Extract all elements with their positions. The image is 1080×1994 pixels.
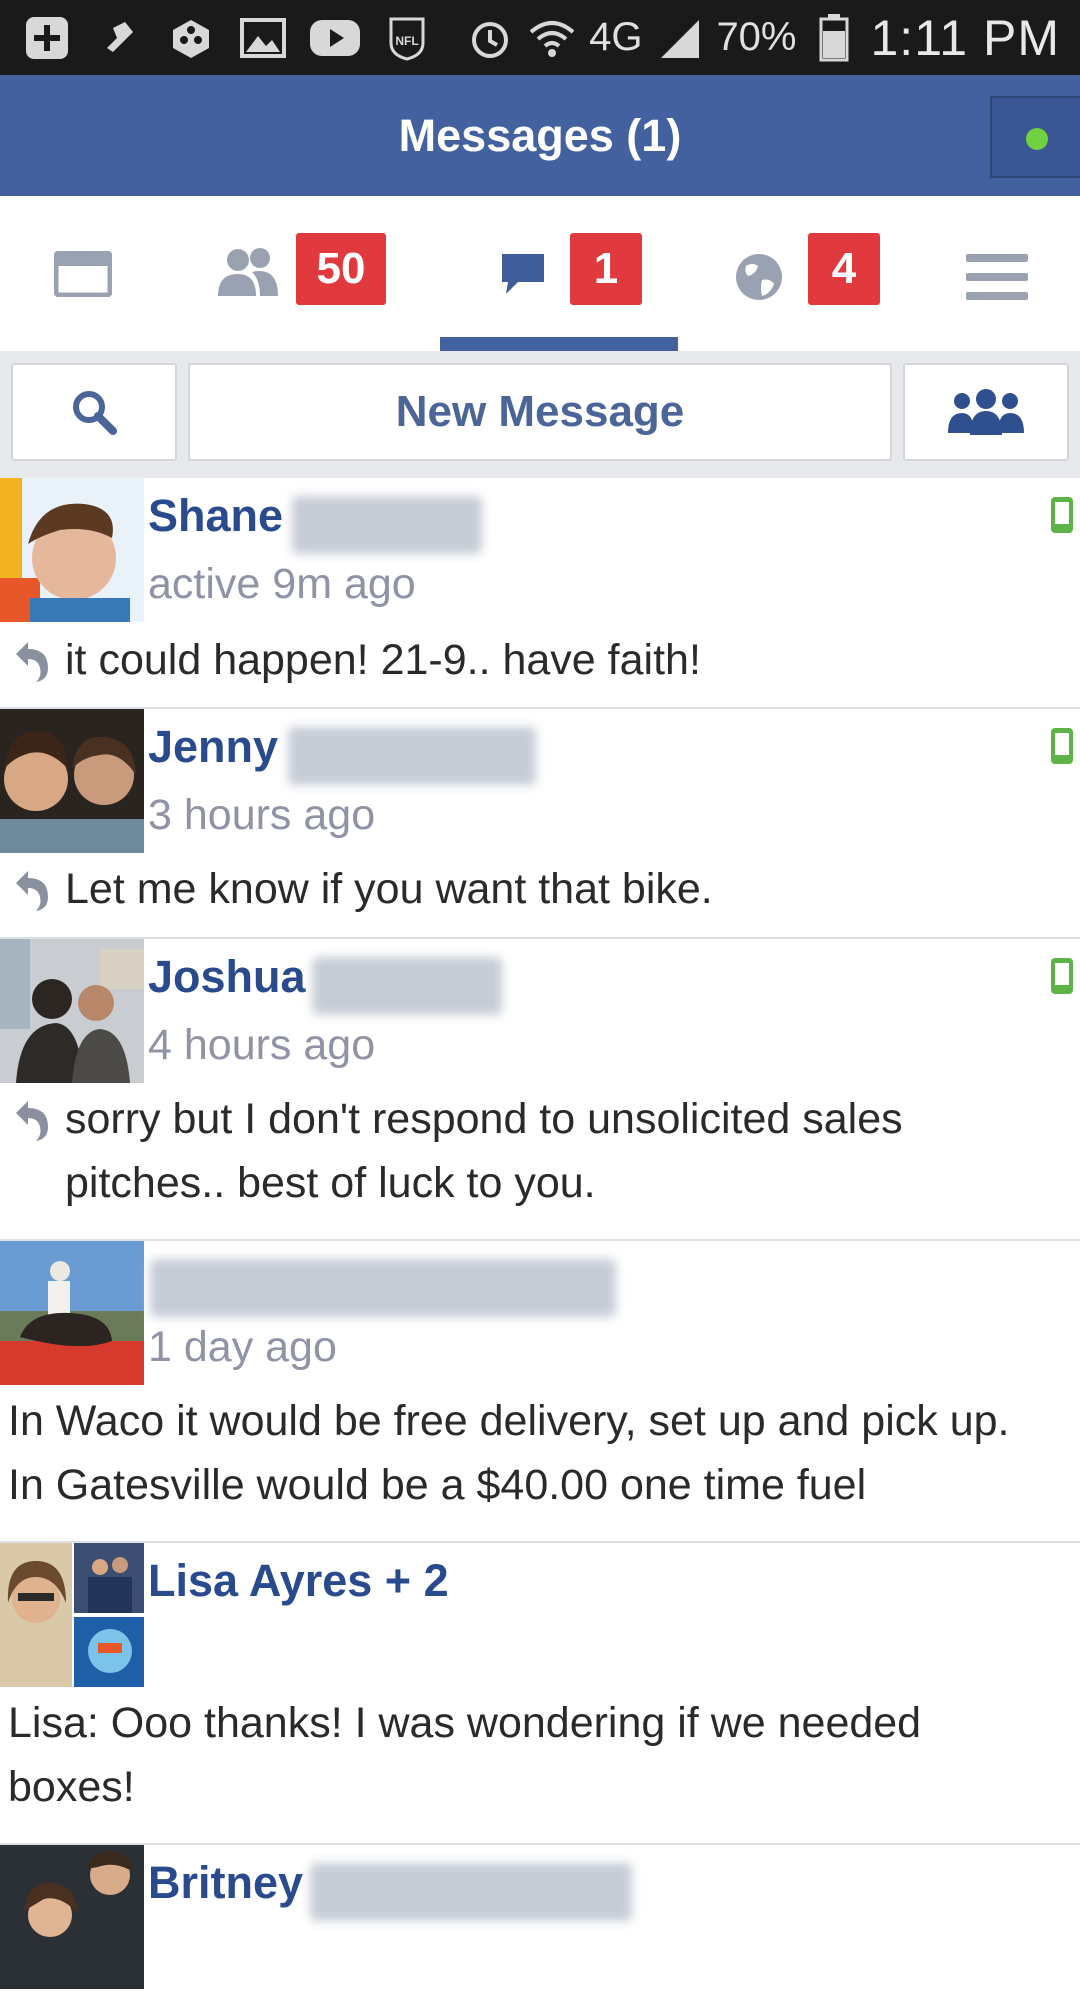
avatar bbox=[0, 939, 144, 1083]
avatar bbox=[0, 1241, 144, 1385]
globe-icon bbox=[736, 254, 782, 300]
new-message-button[interactable]: New Message bbox=[188, 363, 892, 461]
mobile-icon bbox=[1051, 497, 1073, 533]
action-row: New Message bbox=[0, 351, 1080, 478]
search-button[interactable] bbox=[11, 363, 177, 461]
tab-notifications[interactable]: 4 bbox=[720, 196, 900, 351]
new-message-label: New Message bbox=[395, 387, 685, 436]
tab-news-feed[interactable] bbox=[30, 196, 140, 351]
redacted-surname bbox=[310, 1863, 632, 1921]
mobile-icon bbox=[1051, 958, 1073, 994]
tab-more[interactable] bbox=[940, 196, 1050, 351]
thread-time: 3 hours ago bbox=[148, 791, 376, 839]
replied-icon bbox=[16, 1101, 48, 1141]
plus-icon bbox=[22, 15, 72, 61]
thread-item[interactable]: Joshua 4 hours ago sorry but I don't res… bbox=[0, 939, 1080, 1241]
active-tab-indicator bbox=[440, 337, 678, 351]
dropbox-icon bbox=[166, 15, 216, 61]
redacted-surname bbox=[292, 496, 482, 554]
battery-percent: 70% bbox=[716, 15, 797, 59]
messages-badge: 1 bbox=[570, 233, 642, 305]
group-avatar bbox=[0, 1543, 144, 1687]
menu-icon bbox=[966, 254, 1028, 300]
image-icon bbox=[238, 15, 288, 61]
thread-item[interactable]: Shane active 9m ago it could happen! 21-… bbox=[0, 478, 1080, 709]
redacted-surname bbox=[312, 957, 502, 1015]
tab-bar: 50 1 4 bbox=[0, 196, 1080, 351]
thread-time: active 9m ago bbox=[148, 560, 416, 608]
replied-icon bbox=[16, 642, 48, 682]
avatar bbox=[0, 709, 144, 853]
thread-item[interactable]: Lisa Ayres + 2 Lisa: Ooo thanks! I was w… bbox=[0, 1543, 1080, 1845]
chat-bubble-icon bbox=[502, 254, 544, 294]
mobile-icon bbox=[1051, 728, 1073, 764]
thread-item[interactable]: 1 day ago In Waco it would be free deliv… bbox=[0, 1241, 1080, 1543]
avatar bbox=[0, 478, 144, 622]
pin-icon bbox=[94, 15, 144, 61]
search-icon bbox=[73, 391, 117, 435]
wifi-icon bbox=[527, 15, 577, 61]
thread-snippet: it could happen! 21-9.. have faith! bbox=[65, 636, 701, 684]
tab-friend-requests[interactable]: 50 bbox=[200, 196, 410, 351]
thread-snippet: Lisa: Ooo thanks! I was wondering if we … bbox=[8, 1699, 922, 1811]
friends-icon bbox=[218, 248, 278, 296]
page-title: Messages (1) bbox=[398, 110, 682, 161]
thread-name: Lisa Ayres + 2 bbox=[148, 1555, 449, 1606]
thread-item[interactable]: Jenny 3 hours ago Let me know if you wan… bbox=[0, 709, 1080, 939]
youtube-icon bbox=[310, 15, 360, 61]
chat-availability-button[interactable] bbox=[990, 96, 1080, 178]
thread-name: Britney bbox=[148, 1857, 304, 1908]
status-bar: NFL 4G 70% 1:11 PM bbox=[0, 0, 1080, 75]
alarm-icon bbox=[465, 15, 515, 61]
battery-icon bbox=[809, 13, 859, 61]
friend-requests-badge: 50 bbox=[296, 233, 386, 305]
online-status-dot bbox=[1026, 128, 1048, 150]
nfl-icon: NFL bbox=[382, 15, 432, 61]
thread-snippet: sorry but I don't respond to unsolicited… bbox=[65, 1095, 903, 1207]
clock: 1:11 PM bbox=[870, 9, 1060, 66]
thread-item[interactable]: Britney bbox=[0, 1845, 1080, 1989]
tab-messages[interactable]: 1 bbox=[440, 196, 678, 351]
signal-icon bbox=[654, 15, 704, 61]
title-bar: Messages (1) bbox=[0, 75, 1080, 196]
thread-snippet: Let me know if you want that bike. bbox=[65, 865, 713, 913]
thread-snippet: In Waco it would be free delivery, set u… bbox=[8, 1397, 1010, 1509]
notifications-badge: 4 bbox=[808, 233, 880, 305]
thread-time: 1 day ago bbox=[148, 1323, 337, 1371]
svg-text:NFL: NFL bbox=[395, 34, 418, 48]
thread-time: 4 hours ago bbox=[148, 1021, 376, 1069]
thread-name: Jenny bbox=[148, 721, 279, 772]
replied-icon bbox=[16, 871, 48, 911]
thread-name: Shane bbox=[148, 490, 284, 541]
redacted-name bbox=[150, 1259, 616, 1317]
network-type: 4G bbox=[589, 15, 643, 59]
new-group-button[interactable] bbox=[903, 363, 1069, 461]
group-icon bbox=[948, 389, 1024, 435]
redacted-surname bbox=[288, 727, 536, 785]
thread-name: Joshua bbox=[148, 951, 306, 1002]
news-feed-icon bbox=[54, 251, 112, 297]
avatar bbox=[0, 1845, 144, 1989]
